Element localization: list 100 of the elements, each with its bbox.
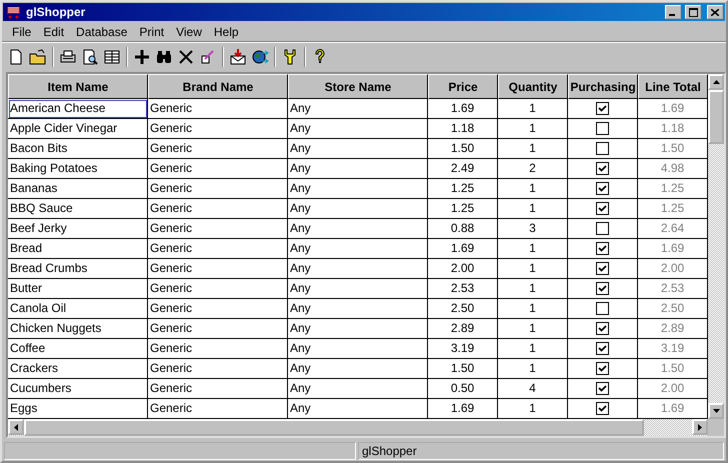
menu-item[interactable]: Edit [37,24,70,38]
checkbox[interactable] [596,302,609,316]
checkbox[interactable] [596,342,609,356]
scroll-right-button[interactable] [692,419,708,435]
column-header[interactable]: Purchasing [568,74,638,99]
menu-item[interactable]: Database [70,24,134,38]
table-cell: Any [288,99,428,119]
checkbox[interactable] [596,242,609,256]
table-cell: 0.88 [428,219,498,239]
table-cell: 2.53 [428,279,498,299]
menu-item[interactable]: Print [133,24,170,38]
plus-icon [133,48,151,66]
table-cell: 1 [498,239,568,259]
table-cell: Any [288,119,428,139]
scroll-thumb[interactable] [24,419,644,436]
table-cell: 1 [498,279,568,299]
table-cell: Any [288,299,428,319]
table-cell: 2.00 [428,259,498,279]
checkbox[interactable] [596,262,609,276]
minimize-button[interactable] [665,5,681,19]
close-button[interactable] [707,5,723,19]
table-cell: Coffee [8,339,148,359]
table-cell: 1 [498,139,568,159]
checkbox[interactable] [596,282,609,296]
table-cell: 1.69 [428,99,498,119]
column-header[interactable]: Brand Name [148,74,288,99]
table-cell: Any [288,319,428,339]
table-cell: 1 [498,199,568,219]
table-cell: 1.50 [428,359,498,379]
table-cell: Cucumbers [8,379,148,399]
table-cell: Any [288,199,428,219]
scroll-up-button[interactable] [708,74,724,90]
checkbox[interactable] [596,322,609,336]
table-cell: 1.69 [428,239,498,259]
left-arrow-icon [14,424,18,430]
globe-icon [251,48,269,66]
table-cell: Any [288,359,428,379]
checkbox[interactable] [596,102,609,116]
column-header[interactable]: Line Total [638,74,708,99]
checkbox[interactable] [596,382,609,396]
table-cell: 1 [498,179,568,199]
table-cell: Beef Jerky [8,219,148,239]
up-arrow-icon [712,80,720,84]
column-header[interactable]: Price [428,74,498,99]
table-cell: 2.50 [428,299,498,319]
binoculars-icon [155,48,173,66]
maximize-button[interactable] [685,5,701,19]
checkbox[interactable] [596,142,609,156]
table-cell: Generic [148,199,288,219]
checkbox[interactable] [596,362,609,376]
table-cell: 3.19 [428,339,498,359]
checkbox[interactable] [596,122,609,136]
table-cell: BBQ Sauce [8,199,148,219]
table-cell: Any [288,259,428,279]
table-cell: Generic [148,259,288,279]
table-cell: 1.25 [428,199,498,219]
menu-item[interactable]: Help [208,24,245,38]
table-cell: Generic [148,319,288,339]
checkbox[interactable] [596,182,609,196]
table-cell: Generic [148,219,288,239]
checkbox[interactable] [596,202,609,216]
table-cell: Generic [148,359,288,379]
table-cell: 1 [498,119,568,139]
close-icon [711,8,719,16]
table-cell: Baking Potatoes [8,159,148,179]
scroll-thumb[interactable] [708,90,724,144]
table-cell: Generic [148,239,288,259]
table-cell: Generic [148,179,288,199]
menu-item[interactable]: File [6,24,38,38]
table-cell: American Cheese [8,99,148,119]
checkbox[interactable] [596,222,609,236]
table-cell: 1 [498,299,568,319]
column-header[interactable]: Quantity [498,74,568,99]
window-title: glShopper [26,5,86,19]
checkbox[interactable] [596,402,609,416]
table-cell: Generic [148,159,288,179]
table-cell: Any [288,139,428,159]
column-header[interactable]: Store Name [288,74,428,99]
checkbox[interactable] [596,162,609,176]
table-cell: Generic [148,339,288,359]
columns-icon [103,48,121,66]
table-cell: Any [288,159,428,179]
table-cell: Any [288,279,428,299]
table-cell: Generic [148,299,288,319]
table-cell: Any [288,239,428,259]
table-cell: Apple Cider Vinegar [8,119,148,139]
column-header[interactable]: Item Name [8,74,148,99]
scroll-down-button[interactable] [708,403,724,419]
table-cell: 0.50 [428,379,498,399]
table-cell: Any [288,379,428,399]
table-cell: Generic [148,99,288,119]
table-cell: Bananas [8,179,148,199]
menu-item[interactable]: View [170,24,208,38]
scroll-left-button[interactable] [8,419,24,435]
right-arrow-icon [698,424,702,430]
table-cell: 3 [498,219,568,239]
table-cell: Any [288,179,428,199]
table-cell: 1 [498,99,568,119]
table-cell: 2 [498,159,568,179]
table-cell: 1.25 [428,179,498,199]
